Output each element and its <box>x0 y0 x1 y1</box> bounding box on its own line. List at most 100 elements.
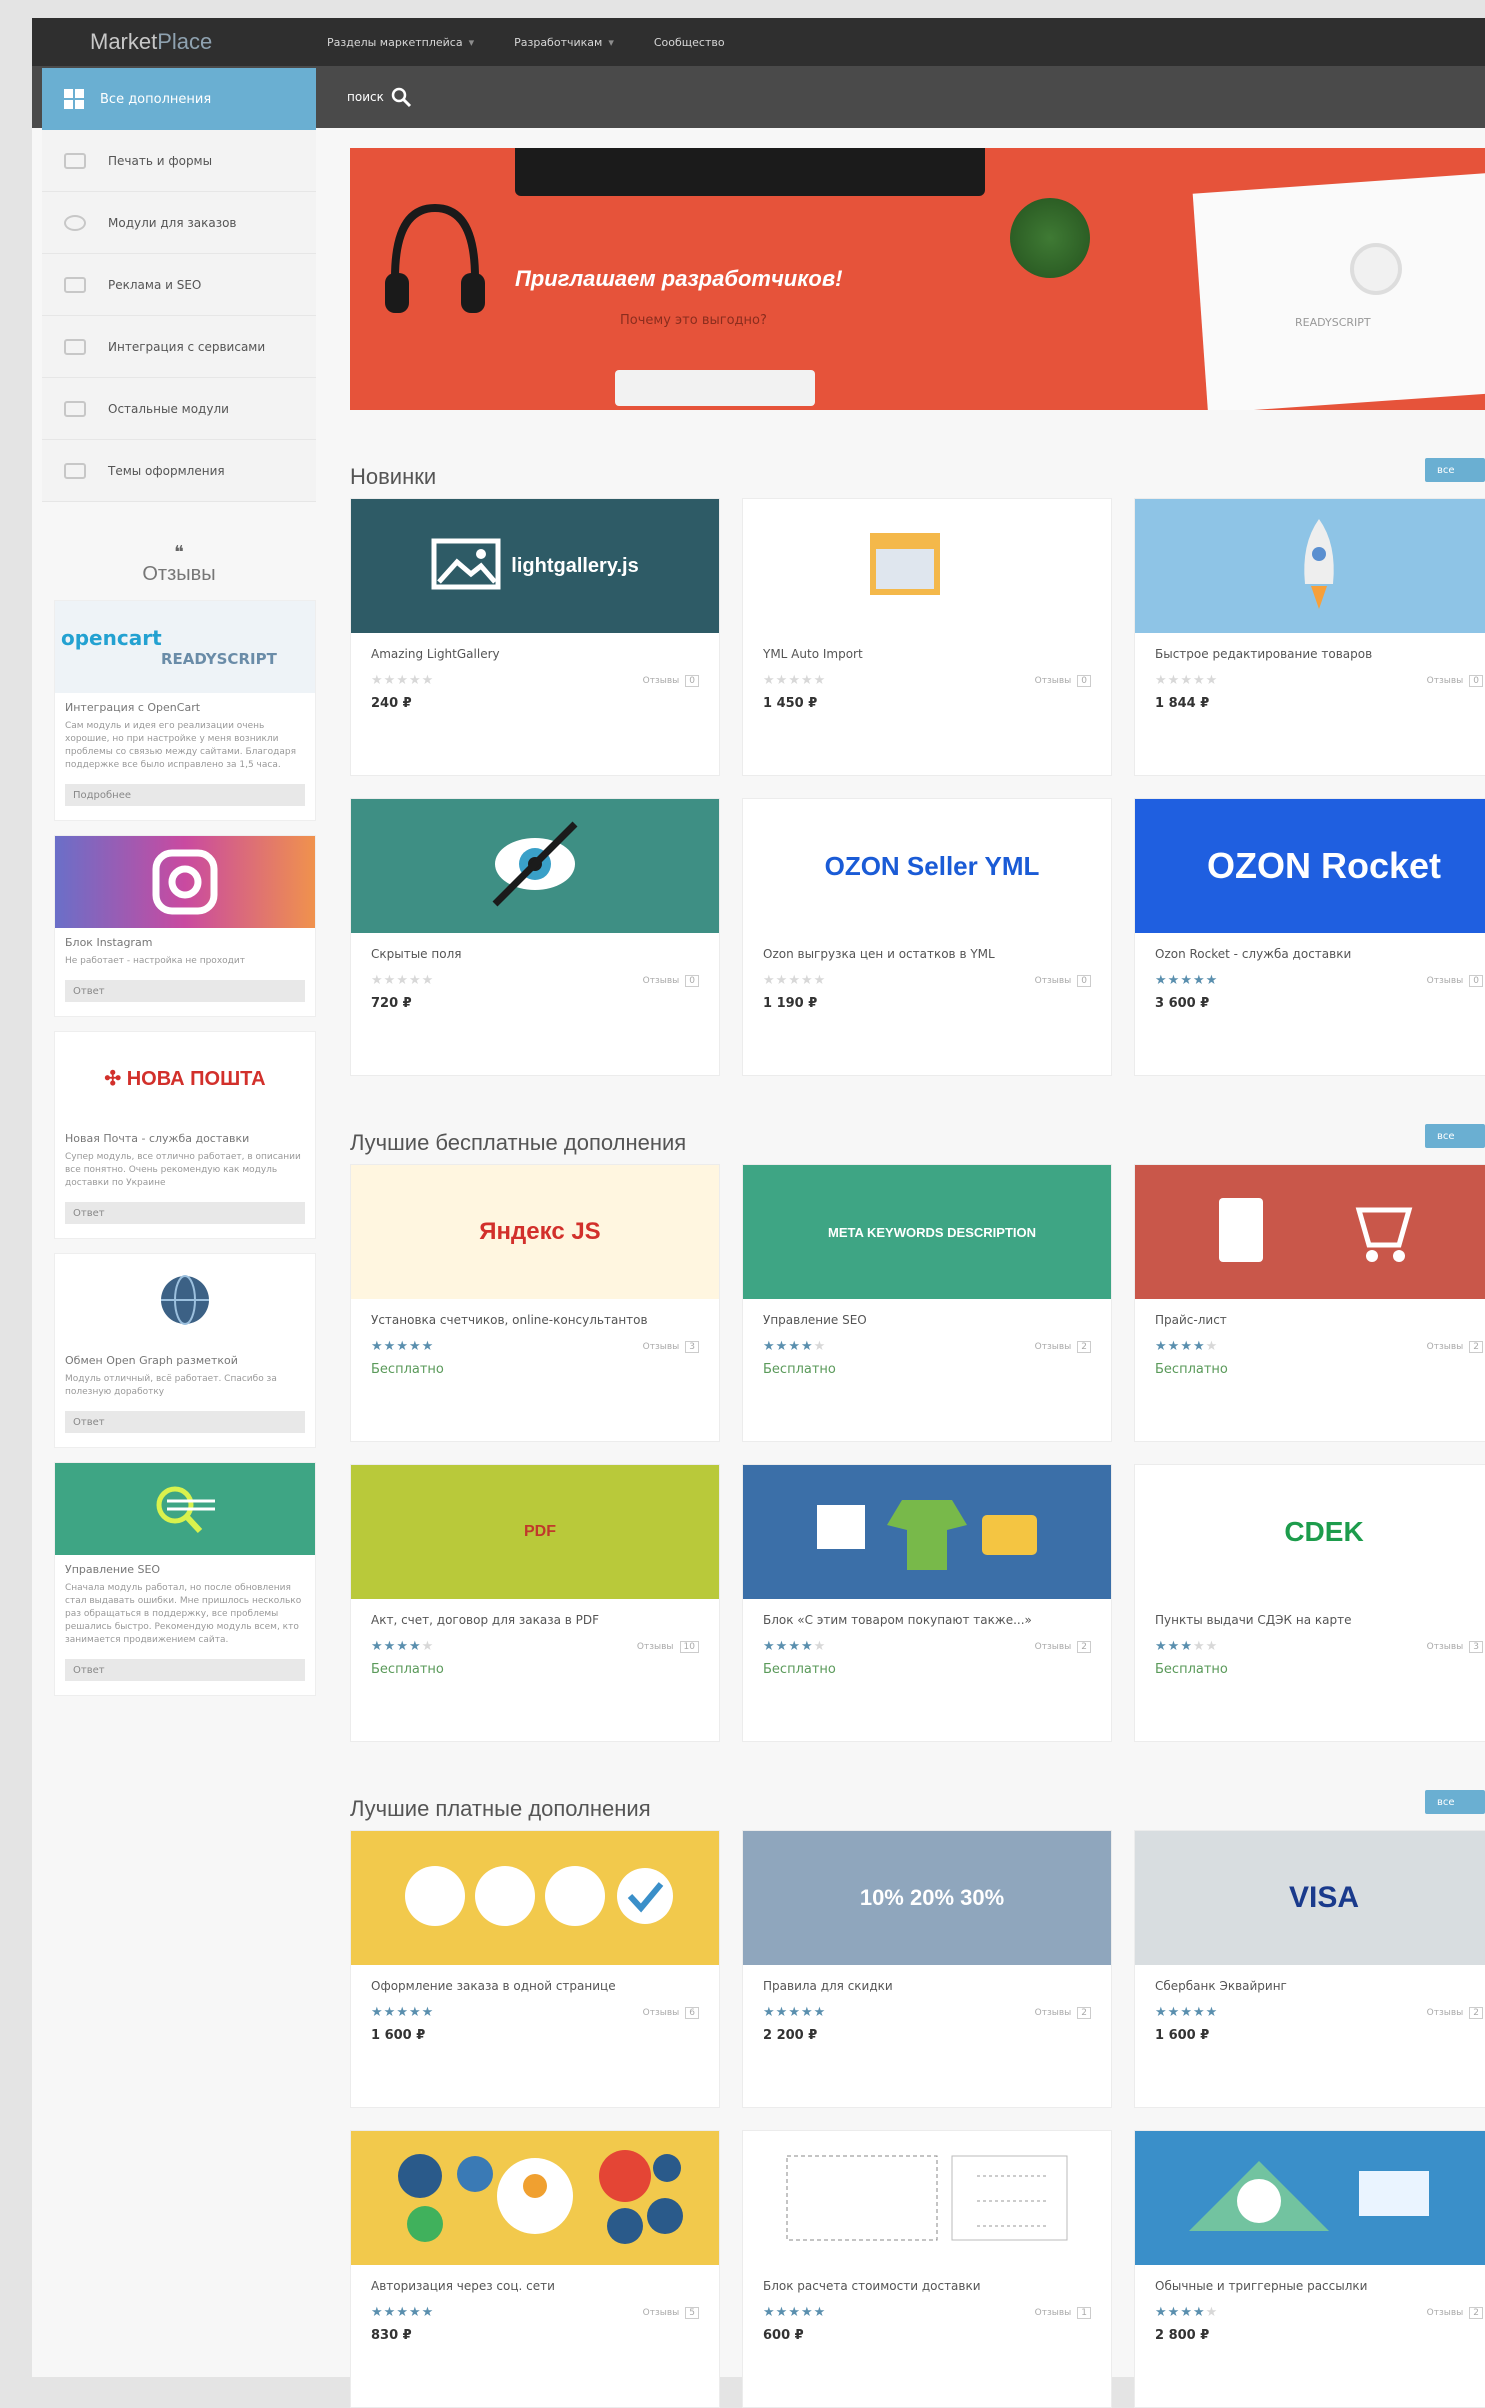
reviews-count[interactable]: Отзывы 1 <box>1035 2306 1091 2319</box>
search-input[interactable]: поиск <box>347 86 412 108</box>
reviews-count[interactable]: Отзывы 3 <box>643 1340 699 1353</box>
addon-card[interactable]: Авторизация через соц. сети ★★★★★ Отзывы 5 8… <box>350 2130 720 2408</box>
sidebar-item-print[interactable]: Печать и формы <box>42 130 316 192</box>
reviews-count[interactable]: Отзывы 2 <box>1427 1340 1483 1353</box>
sidebar-item-themes[interactable]: Темы оформления <box>42 440 316 502</box>
addon-image[interactable] <box>351 1831 719 1965</box>
addon-image[interactable]: Яндекс JS <box>351 1165 719 1299</box>
addon-name[interactable]: Установка счетчиков, online-консультанто… <box>371 1313 699 1329</box>
addon-image[interactable] <box>1135 499 1485 633</box>
addon-name[interactable]: Ozon Rocket - служба доставки <box>1155 947 1483 963</box>
addon-name[interactable]: Ozon выгрузка цен и остатков в YML <box>763 947 1091 963</box>
addon-image[interactable]: PDF <box>351 1465 719 1599</box>
all-addons-button[interactable]: Все дополнения <box>42 68 316 130</box>
reviews-count[interactable]: Отзывы 2 <box>1035 1340 1091 1353</box>
review-reply-button[interactable]: Ответ <box>65 980 305 1002</box>
reviews-count[interactable]: Отзывы 10 <box>637 1640 699 1653</box>
addon-card[interactable]: lightgallery.js Amazing LightGallery ★★★★★… <box>350 498 720 776</box>
review-reply-button[interactable]: Ответ <box>65 1202 305 1224</box>
review-title[interactable]: Блок Instagram <box>55 928 315 953</box>
addon-name[interactable]: Оформление заказа в одной странице <box>371 1979 699 1995</box>
addon-name[interactable]: Управление SEO <box>763 1313 1091 1329</box>
addon-name[interactable]: YML Auto Import <box>763 647 1091 663</box>
reviews-count[interactable]: Отзывы 0 <box>643 974 699 987</box>
addon-name[interactable]: Блок «С этим товаром покупают также...» <box>763 1613 1091 1629</box>
show-all-button[interactable]: все <box>1425 1124 1485 1148</box>
addon-card[interactable]: Блок расчета стоимости доставки ★★★★★ Отзы… <box>742 2130 1112 2408</box>
reviews-count[interactable]: Отзывы 2 <box>1427 2306 1483 2319</box>
addon-name[interactable]: Сбербанк Эквайринг <box>1155 1979 1483 1995</box>
addon-card[interactable]: Быстрое редактирование товаров ★★★★★ Отзыв… <box>1134 498 1485 776</box>
addon-card[interactable]: OZON Seller YML Ozon выгрузка цен и остат… <box>742 798 1112 1076</box>
sidebar-item-other[interactable]: Остальные модули <box>42 378 316 440</box>
top-nav-item-sections[interactable]: Разделы маркетплейса ▾ <box>327 36 474 49</box>
addon-image[interactable]: OZON Seller YML <box>743 799 1111 933</box>
addon-name[interactable]: Акт, счет, договор для заказа в PDF <box>371 1613 699 1629</box>
review-text: Сначала модуль работал, но после обновле… <box>65 1583 302 1645</box>
show-all-button[interactable]: все <box>1425 458 1485 482</box>
addon-image[interactable]: VISA <box>1135 1831 1485 1965</box>
addon-card[interactable]: CDEK Пункты выдачи СДЭК на карте ★★★★★ Отзы… <box>1134 1464 1485 1742</box>
sidebar-item-orders[interactable]: Модули для заказов <box>42 192 316 254</box>
sidebar-item-seo[interactable]: Реклама и SEO <box>42 254 316 316</box>
banner-subtitle[interactable]: Почему это выгодно? <box>620 313 767 328</box>
addon-name[interactable]: Пункты выдачи СДЭК на карте <box>1155 1613 1483 1629</box>
addon-image[interactable] <box>743 2131 1111 2265</box>
promo-banner[interactable]: Приглашаем разработчиков! Почему это выг… <box>350 148 1485 410</box>
addon-card[interactable]: 10% 20% 30% Правила для скидки ★★★★★ Отзывы… <box>742 1830 1112 2108</box>
addon-card[interactable]: OZON Rocket Ozon Rocket - служба доставки… <box>1134 798 1485 1076</box>
addon-name[interactable]: Авторизация через соц. сети <box>371 2279 699 2295</box>
addon-name[interactable]: Правила для скидки <box>763 1979 1091 1995</box>
addon-image[interactable]: YML <box>743 499 1111 633</box>
addon-name[interactable]: Скрытые поля <box>371 947 699 963</box>
review-reply-button[interactable]: Ответ <box>65 1659 305 1681</box>
addon-name[interactable]: Быстрое редактирование товаров <box>1155 647 1483 663</box>
reviews-count[interactable]: Отзывы 0 <box>1035 974 1091 987</box>
reviews-count[interactable]: Отзывы 0 <box>1427 974 1483 987</box>
reviews-count[interactable]: Отзывы 0 <box>643 674 699 687</box>
sidebar-item-integration[interactable]: Интеграция с сервисами <box>42 316 316 378</box>
reviews-count[interactable]: Отзывы 0 <box>1427 674 1483 687</box>
addon-image[interactable] <box>351 799 719 933</box>
addon-card[interactable]: Блок «С этим товаром покупают также...» ★… <box>742 1464 1112 1742</box>
top-nav-item-community[interactable]: Сообщество <box>654 36 725 49</box>
addon-card[interactable]: Обычные и триггерные рассылки ★★★★★ Отзывы… <box>1134 2130 1485 2408</box>
reviews-count[interactable]: Отзывы 5 <box>643 2306 699 2319</box>
reviews-count[interactable]: Отзывы 3 <box>1427 1640 1483 1653</box>
review-reply-button[interactable]: Ответ <box>65 1411 305 1433</box>
review-title[interactable]: Интеграция с OpenCart <box>55 693 315 718</box>
review-more-button[interactable]: Подробнее <box>65 784 305 806</box>
reviews-count[interactable]: Отзывы 2 <box>1035 2006 1091 2019</box>
addon-image[interactable] <box>351 2131 719 2265</box>
reviews-count[interactable]: Отзывы 2 <box>1427 2006 1483 2019</box>
review-title[interactable]: Управление SEO <box>55 1555 315 1580</box>
addon-card[interactable]: PDF Акт, счет, договор для заказа в PDF ★★… <box>350 1464 720 1742</box>
reviews-count[interactable]: Отзывы 0 <box>1035 674 1091 687</box>
brand-logo[interactable]: Market Place <box>32 18 327 66</box>
addon-card[interactable]: META KEYWORDS DESCRIPTION Управление SEO ★… <box>742 1164 1112 1442</box>
reviews-count[interactable]: Отзывы 2 <box>1035 1640 1091 1653</box>
review-title[interactable]: Новая Почта - служба доставки <box>55 1124 315 1149</box>
addon-name[interactable]: Обычные и триггерные рассылки <box>1155 2279 1483 2295</box>
review-title[interactable]: Обмен Open Graph разметкой <box>55 1346 315 1371</box>
addon-card[interactable]: VISA Сбербанк Эквайринг ★★★★★ Отзывы 2 1 600 … <box>1134 1830 1485 2108</box>
addon-image[interactable] <box>1135 1165 1485 1299</box>
addon-card[interactable]: Скрытые поля ★★★★★ Отзывы 0 720 ₽ <box>350 798 720 1076</box>
addon-image[interactable] <box>743 1465 1111 1599</box>
addon-image[interactable] <box>1135 2131 1485 2265</box>
addon-card[interactable]: YML YML Auto Import ★★★★★ Отзывы 0 1 450 ₽ <box>742 498 1112 776</box>
addon-image[interactable]: OZON Rocket <box>1135 799 1485 933</box>
top-nav-item-developers[interactable]: Разработчикам ▾ <box>514 36 614 49</box>
addon-name[interactable]: Блок расчета стоимости доставки <box>763 2279 1091 2295</box>
reviews-count[interactable]: Отзывы 6 <box>643 2006 699 2019</box>
addon-image[interactable]: 10% 20% 30% <box>743 1831 1111 1965</box>
addon-image[interactable]: META KEYWORDS DESCRIPTION <box>743 1165 1111 1299</box>
addon-image[interactable]: CDEK <box>1135 1465 1485 1599</box>
show-all-button[interactable]: все <box>1425 1790 1485 1814</box>
addon-image[interactable]: lightgallery.js <box>351 499 719 633</box>
addon-name[interactable]: Amazing LightGallery <box>371 647 699 663</box>
addon-card[interactable]: Яндекс JS Установка счетчиков, online-кон… <box>350 1164 720 1442</box>
addon-card[interactable]: Прайс-лист ★★★★★ Отзывы 2 Бесплатно <box>1134 1164 1485 1442</box>
addon-card[interactable]: Оформление заказа в одной странице ★★★★★ О… <box>350 1830 720 2108</box>
addon-name[interactable]: Прайс-лист <box>1155 1313 1483 1329</box>
